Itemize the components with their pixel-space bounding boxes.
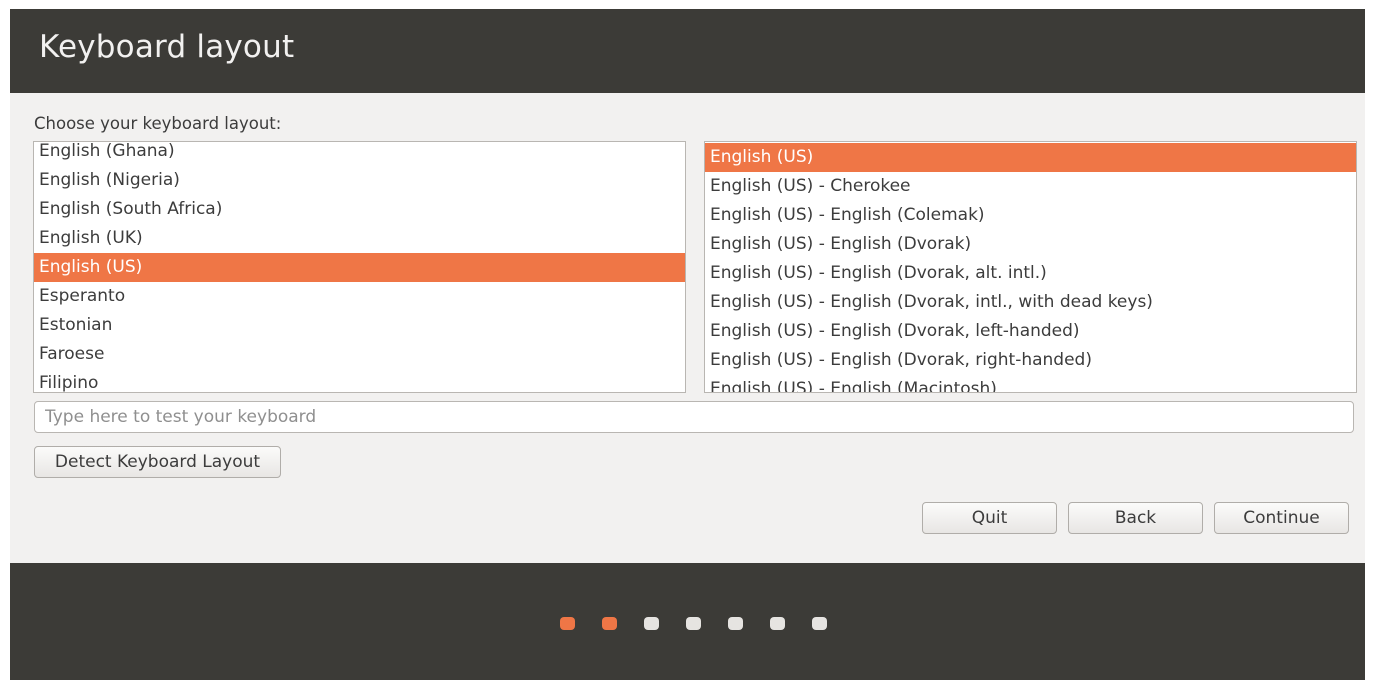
- layout-list-item[interactable]: English (UK): [34, 224, 685, 253]
- layout-list-item[interactable]: English (Ghana): [34, 142, 685, 166]
- variant-list-item[interactable]: English (US) - English (Colemak): [705, 201, 1356, 230]
- title-bar: Keyboard layout: [10, 9, 1365, 93]
- keyboard-test-input[interactable]: [34, 401, 1354, 433]
- continue-button[interactable]: Continue: [1214, 502, 1349, 534]
- variant-list-item[interactable]: English (US) - English (Dvorak, intl., w…: [705, 288, 1356, 317]
- page-title: Keyboard layout: [39, 29, 295, 65]
- progress-dot: [644, 617, 659, 630]
- layout-list-item[interactable]: Filipino: [34, 369, 685, 392]
- detect-keyboard-layout-button[interactable]: Detect Keyboard Layout: [34, 446, 281, 478]
- layout-list[interactable]: English (Ghana) English (Nigeria) English …: [33, 141, 686, 393]
- progress-dot: [686, 617, 701, 630]
- variant-list[interactable]: English (US) English (US) - Cherokee Engli…: [704, 141, 1357, 393]
- layout-list-item[interactable]: Faroese: [34, 340, 685, 369]
- quit-button[interactable]: Quit: [922, 502, 1057, 534]
- variant-list-item[interactable]: English (US) - English (Macintosh): [705, 375, 1356, 392]
- layout-list-item[interactable]: Estonian: [34, 311, 685, 340]
- progress-dot: [728, 617, 743, 630]
- layout-list-item[interactable]: English (Nigeria): [34, 166, 685, 195]
- layout-list-item[interactable]: Esperanto: [34, 282, 685, 311]
- layout-list-item[interactable]: English (South Africa): [34, 195, 685, 224]
- variant-list-items: English (US) English (US) - Cherokee Engli…: [705, 143, 1356, 392]
- variant-list-item[interactable]: English (US) - English (Dvorak, right-ha…: [705, 346, 1356, 375]
- back-button[interactable]: Back: [1068, 502, 1203, 534]
- variant-list-item[interactable]: English (US) - Cherokee: [705, 172, 1356, 201]
- progress-dot: [812, 617, 827, 630]
- progress-dot: [602, 617, 617, 630]
- variant-list-item[interactable]: English (US) - English (Dvorak): [705, 230, 1356, 259]
- variant-list-item[interactable]: English (US) - English (Dvorak, alt. int…: [705, 259, 1356, 288]
- layout-prompt-label: Choose your keyboard layout:: [34, 114, 282, 133]
- progress-dot: [770, 617, 785, 630]
- variant-list-item[interactable]: English (US) - English (Dvorak, left-han…: [705, 317, 1356, 346]
- content-area: Choose your keyboard layout: English (Gh…: [10, 93, 1365, 563]
- progress-dot: [560, 617, 575, 630]
- variant-list-item[interactable]: English (US): [705, 143, 1356, 172]
- layout-list-items: English (Ghana) English (Nigeria) English …: [34, 142, 685, 392]
- installer-window: Keyboard layout Choose your keyboard lay…: [10, 9, 1365, 680]
- progress-dots: [560, 617, 827, 631]
- footer-bar: [10, 563, 1365, 680]
- layout-list-item[interactable]: English (US): [34, 253, 685, 282]
